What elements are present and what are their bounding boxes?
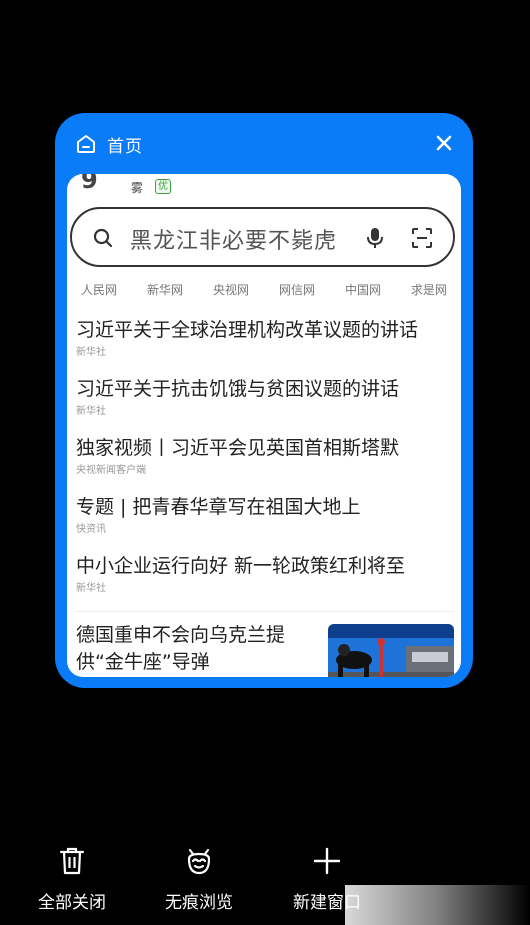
search-icon bbox=[93, 228, 113, 248]
page-preview[interactable]: 9 雾 优 黑龙江非必要不毙虎 人民网 新华网 央视网 网信网 中国网 求是网 … bbox=[67, 174, 461, 677]
close-all-label: 全部关闭 bbox=[38, 893, 106, 913]
source-link[interactable]: 求是网 bbox=[411, 281, 447, 298]
search-input[interactable]: 黑龙江非必要不毙虎 bbox=[130, 223, 337, 255]
source-link[interactable]: 央视网 bbox=[213, 281, 249, 298]
news-title: 独家视频丨习近平会见英国首相斯塔默 bbox=[76, 437, 400, 459]
news-item[interactable]: 中小企业运行向好 新一轮政策红利将至 新华社 bbox=[76, 553, 456, 612]
news-source: 快资讯 bbox=[76, 524, 106, 535]
air-quality-badge: 优 bbox=[155, 179, 171, 194]
source-link[interactable]: 网信网 bbox=[279, 281, 315, 298]
incognito-label: 无痕浏览 bbox=[165, 893, 233, 913]
news-title: 专题 | 把青春华章写在祖国大地上 bbox=[76, 496, 361, 518]
source-link[interactable]: 中国网 bbox=[345, 281, 381, 298]
news-source-links: 人民网 新华网 央视网 网信网 中国网 求是网 bbox=[67, 281, 461, 298]
news-item[interactable]: 专题 | 把青春华章写在祖国大地上 快资讯 bbox=[76, 494, 456, 553]
source-link[interactable]: 人民网 bbox=[81, 281, 117, 298]
incognito-icon bbox=[187, 848, 211, 875]
news-title: 德国重申不会向乌克兰提供“金牛座”导弹 bbox=[76, 624, 286, 673]
gesture-highlight bbox=[345, 885, 530, 925]
weather-temperature: 9 bbox=[81, 174, 98, 194]
news-list: 习近平关于全球治理机构改革议题的讲话 新华社 习近平关于抗击饥饿与贫困议题的讲话… bbox=[76, 317, 456, 612]
news-item[interactable]: 习近平关于全球治理机构改革议题的讲话 新华社 bbox=[76, 317, 456, 376]
divider bbox=[75, 611, 453, 612]
trash-icon bbox=[59, 847, 85, 875]
close-icon[interactable] bbox=[433, 132, 455, 154]
mic-icon[interactable] bbox=[365, 226, 385, 250]
news-source: 新华社 bbox=[76, 583, 106, 594]
close-all-button[interactable]: 全部关闭 bbox=[17, 840, 127, 913]
weather-widget: 9 雾 优 bbox=[67, 174, 461, 204]
news-source: 新华社 bbox=[76, 347, 106, 358]
news-title: 习近平关于全球治理机构改革议题的讲话 bbox=[76, 319, 419, 341]
plus-icon bbox=[313, 847, 341, 875]
search-bar[interactable]: 黑龙江非必要不毙虎 bbox=[70, 207, 455, 267]
news-source: 央视新闻客户端 bbox=[76, 465, 146, 476]
incognito-button[interactable]: 无痕浏览 bbox=[144, 840, 254, 913]
news-item[interactable]: 独家视频丨习近平会见英国首相斯塔默 央视新闻客户端 bbox=[76, 435, 456, 494]
news-thumbnail bbox=[328, 624, 454, 677]
tab-card-header: 首页 bbox=[55, 113, 473, 173]
weather-condition: 雾 bbox=[131, 181, 144, 195]
tab-card[interactable]: 首页 9 雾 优 黑龙江非必要不毙虎 人民网 新华网 央视网 网信网 中国网 求… bbox=[55, 113, 473, 688]
news-item[interactable]: 习近平关于抗击饥饿与贫困议题的讲话 新华社 bbox=[76, 376, 456, 435]
tab-title: 首页 bbox=[107, 137, 143, 157]
news-title: 习近平关于抗击饥饿与贫困议题的讲话 bbox=[76, 378, 400, 400]
source-link[interactable]: 新华网 bbox=[147, 281, 183, 298]
home-icon bbox=[77, 135, 95, 153]
news-source: 新华社 bbox=[76, 406, 106, 417]
news-title: 中小企业运行向好 新一轮政策红利将至 bbox=[76, 555, 406, 577]
scan-icon[interactable] bbox=[411, 227, 433, 249]
news-item-with-image[interactable]: 德国重申不会向乌克兰提供“金牛座”导弹 bbox=[76, 622, 456, 677]
